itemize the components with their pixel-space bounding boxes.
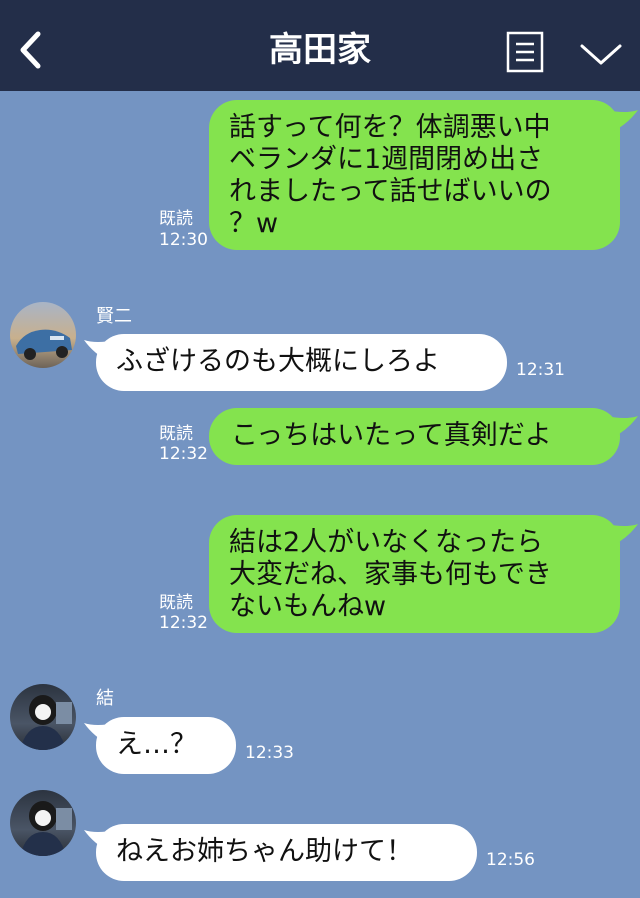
avatar[interactable] [10,790,76,856]
incoming-message-bubble[interactable]: え…？ [96,717,236,774]
bubble-tail [606,110,638,132]
message-text: 話すって何を？体調悪い中 ベランダに1週間閉め出さ れましたって話せばいいの ？… [229,112,552,239]
chevron-down-icon[interactable] [578,40,624,68]
outgoing-message-bubble[interactable]: こっちはいたって真剣だよ [209,408,620,465]
outgoing-message-bubble[interactable]: 話すって何を？体調悪い中 ベランダに1週間閉め出さ れましたって話せばいいの ？… [209,100,620,250]
chat-title: 高田家 [269,30,371,70]
message-text: 結は2人がいなくなったら 大変だね、家事も何もでき ないもんねw [229,527,552,622]
message-time: 12:32 [159,444,208,464]
chat-header: 高田家 [0,0,640,91]
sender-name: 結 [96,688,114,709]
message-time: 12:31 [516,360,565,380]
read-receipt: 既読 [159,424,193,444]
sender-name: 賢二 [96,306,132,327]
bubble-tail [606,524,638,546]
incoming-message-bubble[interactable]: ふざけるのも大概にしろよ [96,334,507,391]
message-text: こっちはいたって真剣だよ [231,420,552,451]
list-menu-icon[interactable] [506,31,544,73]
message-time: 12:56 [486,850,535,870]
message-text: え…？ [116,729,197,760]
message-time: 12:32 [159,613,208,633]
outgoing-message-bubble[interactable]: 結は2人がいなくなったら 大変だね、家事も何もでき ないもんねw [209,515,620,633]
avatar[interactable] [10,684,76,750]
read-receipt: 既読 [159,209,193,229]
read-receipt: 既読 [159,593,193,613]
message-text: ねえお姉ちゃん助けて！ [116,836,413,867]
bubble-tail [606,416,638,438]
message-time: 12:33 [245,743,294,763]
message-time: 12:30 [159,230,208,250]
avatar[interactable] [10,302,76,368]
incoming-message-bubble[interactable]: ねえお姉ちゃん助けて！ [96,824,477,881]
message-text: ふざけるのも大概にしろよ [116,346,440,377]
